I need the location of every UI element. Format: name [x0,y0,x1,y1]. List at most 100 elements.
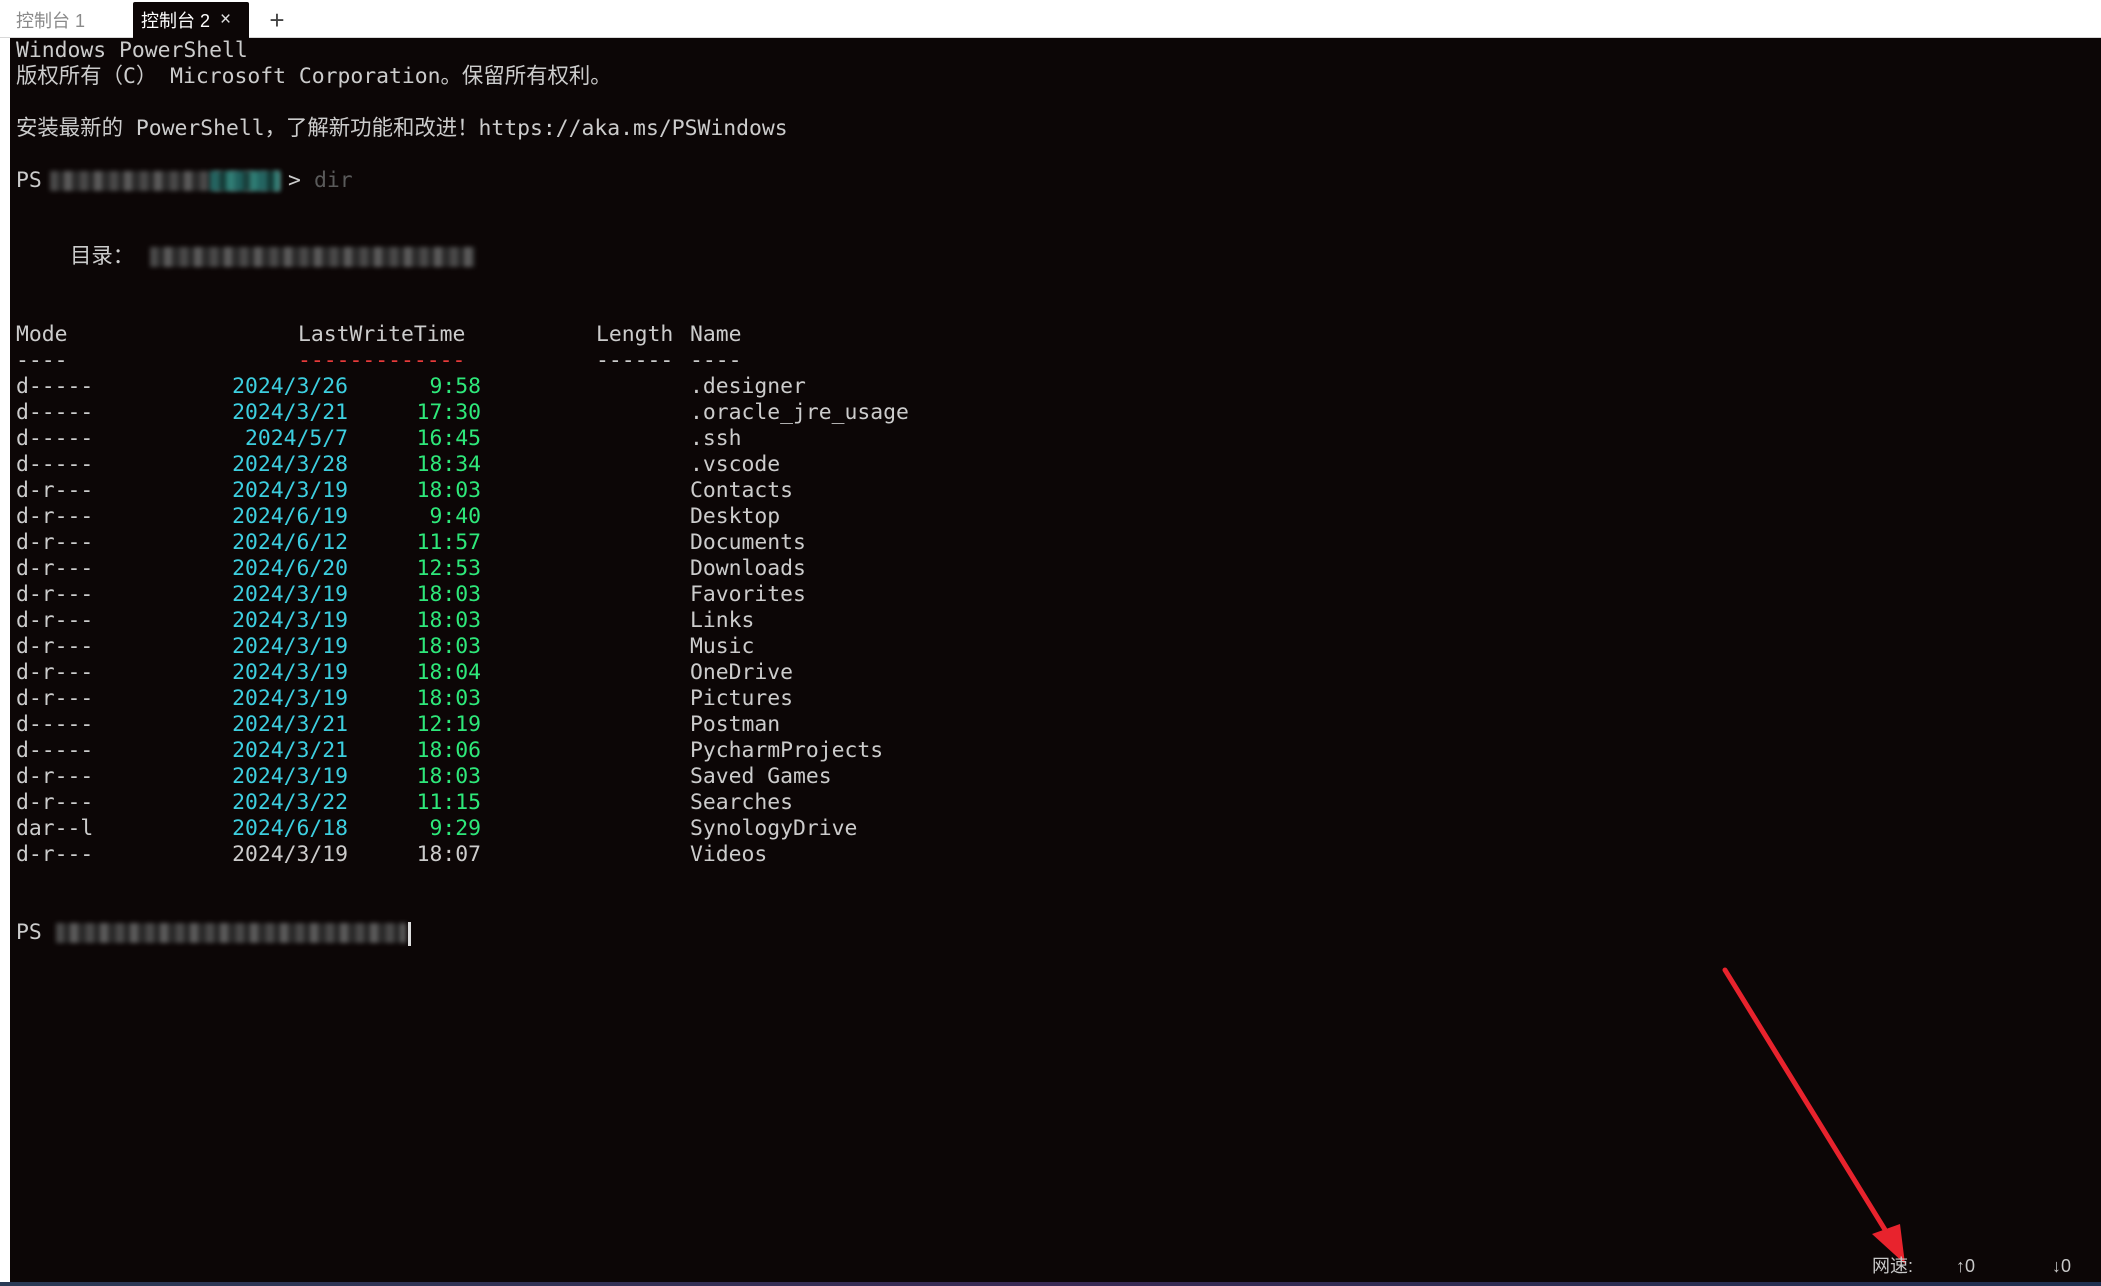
row-name: .ssh [690,426,742,451]
row-date: 2024/3/19 [232,686,348,711]
redacted-path [210,171,280,191]
row-mode: d-r--- [16,634,94,659]
row-name: PycharmProjects [690,738,884,763]
row-name: OneDrive [690,660,794,685]
terminal-area[interactable]: Windows PowerShell 版权所有（C） Microsoft Cor… [10,38,2101,1282]
row-time: 12:53 [416,556,481,581]
close-icon[interactable]: × [220,9,231,31]
row-time: 18:07 [416,842,481,867]
row-name: Videos [690,842,768,867]
row-date: 2024/3/26 [232,374,348,399]
prompt-ps: PS [16,168,42,193]
row-mode: d----- [16,452,94,477]
header-line-3: 安装最新的 PowerShell，了解新功能和改进！https://aka.ms… [16,116,788,141]
row-mode: d-r--- [16,582,94,607]
row-time: 9:58 [429,374,481,399]
tab-label: 控制台 1 [16,11,86,31]
row-time: 18:03 [416,686,481,711]
underline-length: ------ [596,348,674,373]
row-name: Saved Games [690,764,832,789]
row-mode: d----- [16,738,94,763]
download-speed: ↓0 [2052,1256,2072,1276]
row-name: .vscode [690,452,781,477]
row-name: SynologyDrive [690,816,858,841]
row-mode: d----- [16,400,94,425]
row-date: 2024/3/19 [232,660,348,685]
row-date: 2024/6/18 [232,816,348,841]
row-mode: d-r--- [16,608,94,633]
row-date: 2024/3/28 [232,452,348,477]
row-date: 2024/3/19 [232,842,348,867]
row-name: Postman [690,712,781,737]
text-cursor [408,922,411,946]
row-time: 17:30 [416,400,481,425]
row-name: Music [690,634,755,659]
row-mode: dar--l [16,816,94,841]
header-mode: Mode [16,322,68,347]
row-date: 2024/6/12 [232,530,348,555]
row-time: 9:29 [429,816,481,841]
row-time: 18:03 [416,634,481,659]
redacted-directory [150,247,475,267]
row-date: 2024/3/19 [232,634,348,659]
row-time: 18:03 [416,608,481,633]
row-time: 12:19 [416,712,481,737]
row-time: 16:45 [416,426,481,451]
prompt-command: dir [314,168,353,193]
tab-label: 控制台 2 [141,11,211,31]
row-time: 18:03 [416,478,481,503]
row-time: 11:15 [416,790,481,815]
row-time: 9:40 [429,504,481,529]
underline-lastwritetime: ------------- [298,348,466,373]
row-date: 2024/5/7 [244,426,348,451]
taskbar-edge [0,1282,2101,1286]
row-name: Pictures [690,686,794,711]
row-date: 2024/3/19 [232,478,348,503]
row-time: 18:06 [416,738,481,763]
row-time: 18:03 [416,764,481,789]
prompt-ps: PS [16,920,42,945]
row-mode: d----- [16,426,94,451]
row-mode: d-r--- [16,764,94,789]
tab-bar: 控制台 1 控制台 2 × + [0,0,2101,38]
header-lastwritetime: LastWriteTime [298,322,466,347]
underline-mode: ---- [16,348,68,373]
underline-name: ---- [690,348,742,373]
row-date: 2024/3/21 [232,400,348,425]
row-date: 2024/3/21 [232,712,348,737]
prompt-gt: > [288,168,301,193]
header-name: Name [690,322,742,347]
row-name: .designer [690,374,806,399]
row-mode: d-r--- [16,478,94,503]
row-name: Links [690,608,755,633]
redacted-path [56,923,406,943]
row-date: 2024/6/20 [232,556,348,581]
window-edge [0,38,10,1282]
row-time: 18:04 [416,660,481,685]
directory-label: 目录： [70,244,135,269]
row-mode: d----- [16,712,94,737]
annotation-arrow [1722,967,1905,1264]
row-date: 2024/3/19 [232,764,348,789]
row-name: Favorites [690,582,806,607]
row-time: 18:03 [416,582,481,607]
row-time: 18:34 [416,452,481,477]
tab-console-1[interactable]: 控制台 1 [0,2,128,38]
row-date: 2024/3/21 [232,738,348,763]
row-date: 2024/3/19 [232,582,348,607]
row-name: .oracle_jre_usage [690,400,909,425]
row-name: Documents [690,530,806,555]
row-name: Searches [690,790,794,815]
row-mode: d-r--- [16,556,94,581]
new-tab-button[interactable]: + [264,2,290,38]
row-date: 2024/6/19 [232,504,348,529]
header-length: Length [596,322,674,347]
header-line-2: 版权所有（C） Microsoft Corporation。保留所有权利。 [16,64,612,89]
network-speed-label: 网速: [1872,1256,1914,1276]
row-mode: d-r--- [16,530,94,555]
header-line-1: Windows PowerShell [16,38,248,63]
tab-console-2[interactable]: 控制台 2 × [133,2,249,38]
row-date: 2024/3/19 [232,608,348,633]
row-name: Desktop [690,504,781,529]
row-mode: d-r--- [16,790,94,815]
